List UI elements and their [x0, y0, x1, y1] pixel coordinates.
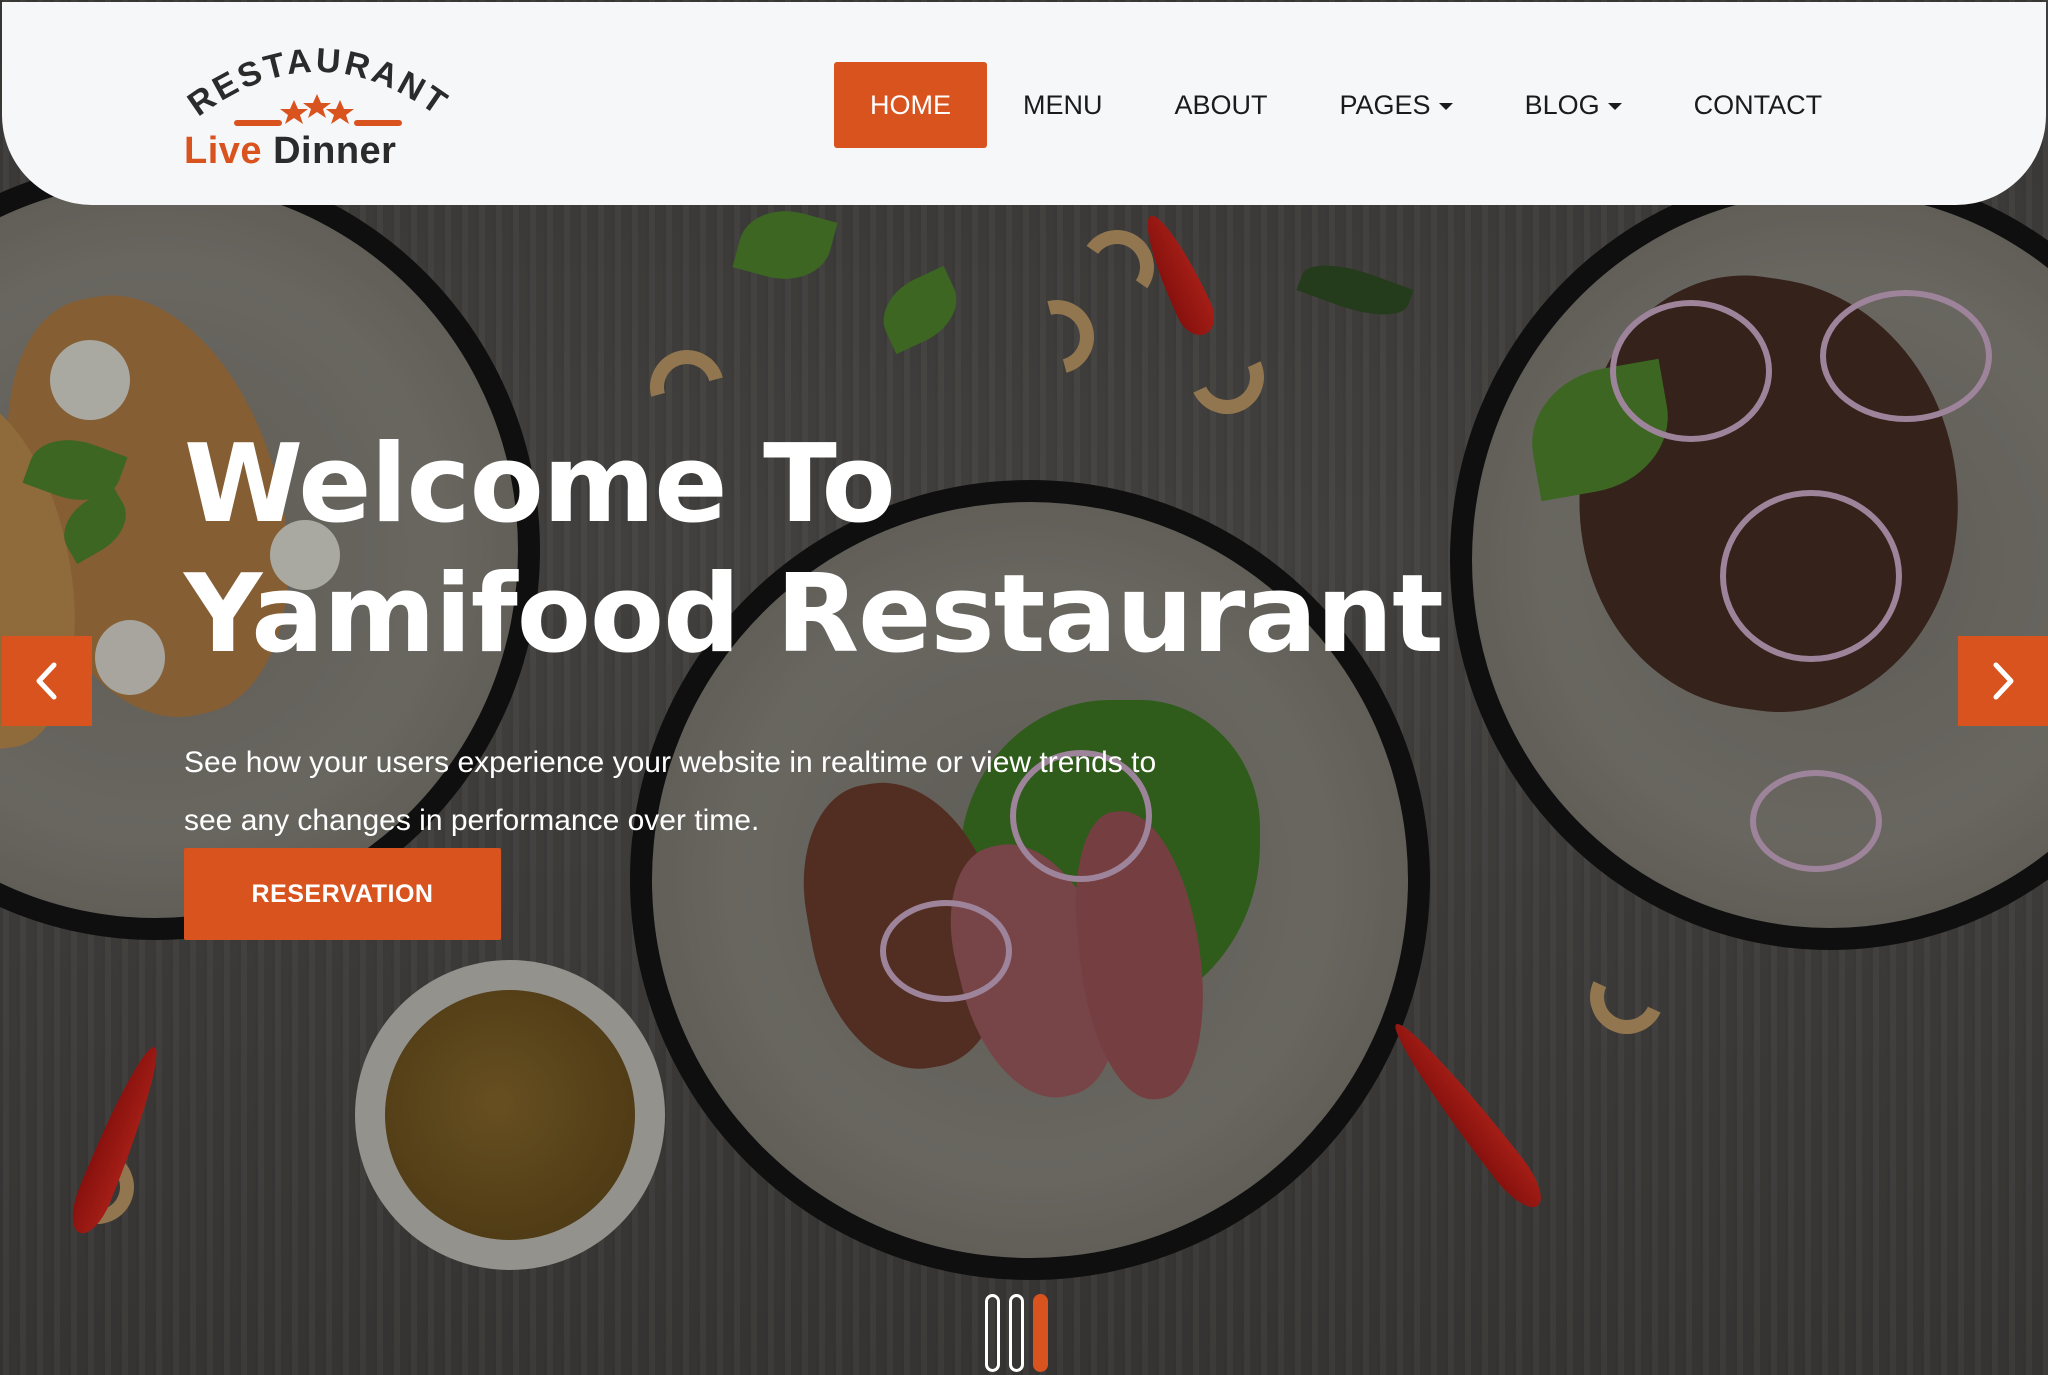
nav-pages-label: PAGES: [1339, 89, 1431, 120]
caret-down-icon: [1607, 102, 1622, 110]
site-logo[interactable]: RESTAURANT Live Dinner: [182, 38, 462, 178]
nav-contact-label: CONTACT: [1693, 89, 1823, 120]
logo-live-text: Live: [184, 130, 263, 172]
hero-title-line2: Yamifood Restaurant: [184, 552, 1444, 677]
nav-contact[interactable]: CONTACT: [1658, 62, 1859, 148]
carousel-prev-button[interactable]: [2, 636, 92, 726]
nav-home[interactable]: HOME: [834, 62, 987, 148]
nav-pages-dropdown[interactable]: PAGES: [1304, 62, 1489, 148]
hero-subtitle: See how your users experience your websi…: [184, 746, 1157, 837]
logo-arc-graphic: RESTAURANT: [182, 42, 452, 126]
logo-wordmark: Live Dinner: [184, 130, 396, 173]
nav-about[interactable]: ABOUT: [1139, 62, 1304, 148]
carousel-indicators: [985, 1294, 1048, 1372]
carousel-indicator-3[interactable]: [1033, 1294, 1048, 1372]
logo-dinner-text: Dinner: [273, 130, 397, 172]
nav-menu[interactable]: MENU: [987, 62, 1139, 148]
chevron-left-icon: [36, 662, 57, 700]
nav-home-label: HOME: [870, 89, 951, 120]
site-header: RESTAURANT Live Dinner HOME MENU ABOUT P…: [2, 2, 2046, 205]
nav-blog-label: BLOG: [1524, 89, 1600, 120]
nav-menu-label: MENU: [1023, 89, 1103, 120]
main-nav: HOME MENU ABOUT PAGES BLOG CONTACT: [834, 62, 1858, 148]
hero-title: Welcome To Yamifood Restaurant: [184, 420, 1484, 680]
carousel-indicator-1[interactable]: [985, 1294, 1000, 1372]
reservation-button[interactable]: RESERVATION: [184, 848, 501, 940]
nav-blog-dropdown[interactable]: BLOG: [1489, 62, 1658, 148]
nav-about-label: ABOUT: [1174, 89, 1268, 120]
carousel-indicator-2[interactable]: [1009, 1294, 1024, 1372]
carousel-next-button[interactable]: [1958, 636, 2048, 726]
hero-title-line1: Welcome To: [184, 422, 896, 547]
hero-background: [0, 0, 2048, 1375]
chevron-right-icon: [1993, 662, 2014, 700]
caret-down-icon: [1438, 102, 1453, 110]
